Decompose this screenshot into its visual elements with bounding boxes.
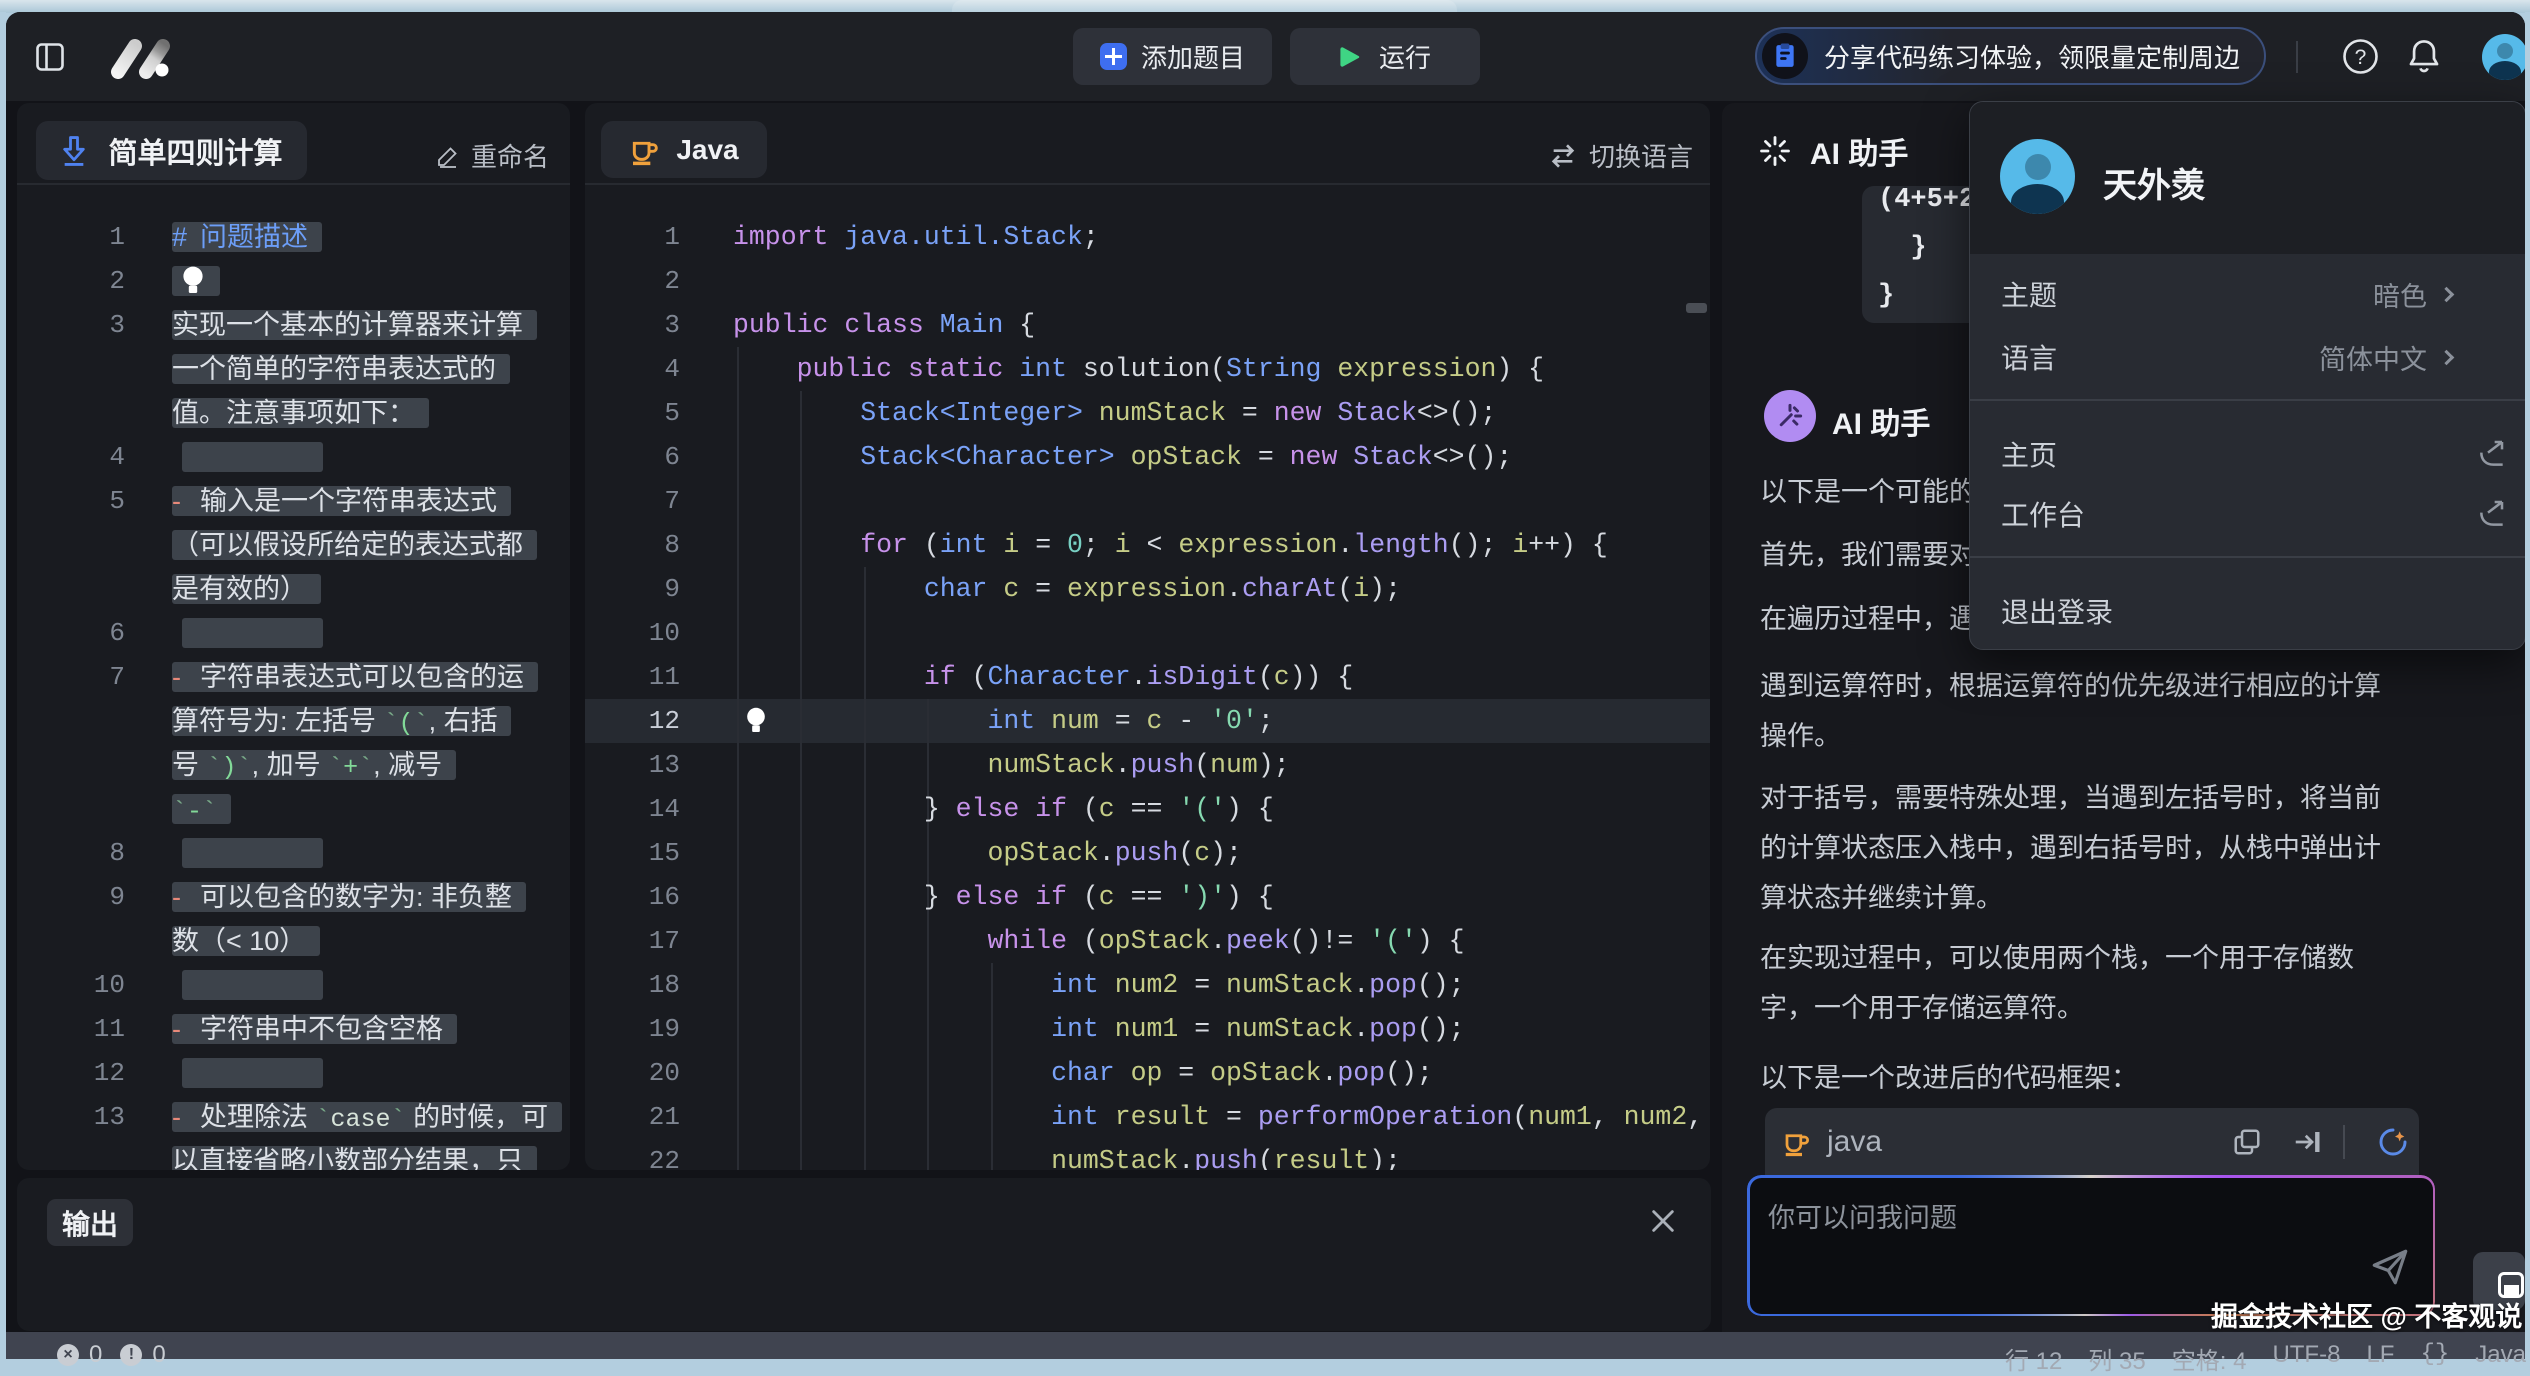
svg-text:?: ?	[2355, 46, 2367, 69]
